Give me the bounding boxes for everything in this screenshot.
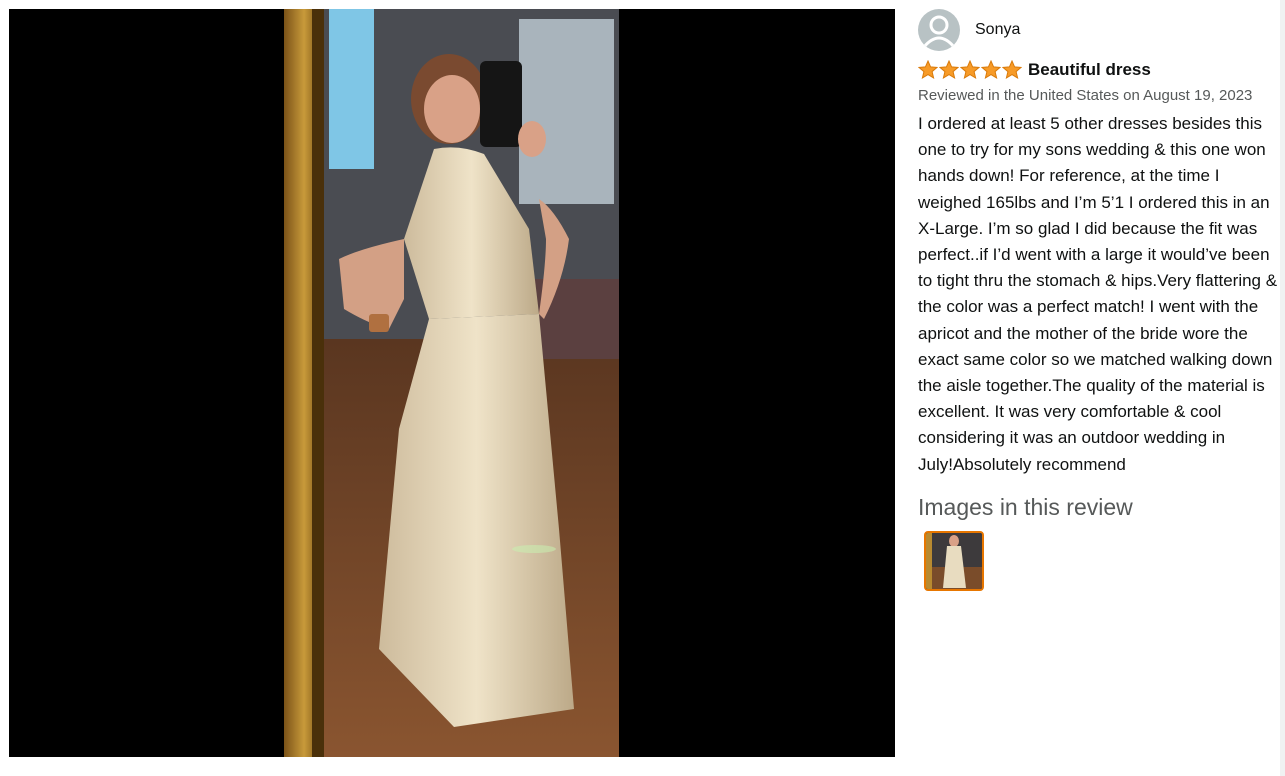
image-viewer (9, 9, 895, 757)
images-section-heading: Images in this review (918, 493, 1133, 520)
star-icon (960, 60, 980, 80)
review-title: Beautiful dress (1028, 60, 1151, 79)
review-panel: Sonya Beautiful dress Reviewed in the Un… (918, 9, 1280, 769)
default-user-avatar-icon[interactable] (918, 9, 960, 51)
star-icon (981, 60, 1001, 80)
review-photo (284, 9, 619, 757)
reviewer-profile[interactable]: Sonya (918, 9, 1280, 51)
star-icon (1002, 60, 1022, 80)
reviewer-name[interactable]: Sonya (975, 21, 1020, 39)
star-rating[interactable] (918, 60, 1023, 80)
review-image-thumbnail[interactable] (924, 530, 984, 591)
review-title-row: Beautiful dress (918, 59, 1280, 81)
review-body: I ordered at least 5 other dresses besid… (918, 114, 1278, 474)
review-date: Reviewed in the United States on August … (918, 87, 1253, 104)
star-icon (939, 60, 959, 80)
scrollbar-track[interactable] (1280, 0, 1285, 776)
star-icon (918, 60, 938, 80)
